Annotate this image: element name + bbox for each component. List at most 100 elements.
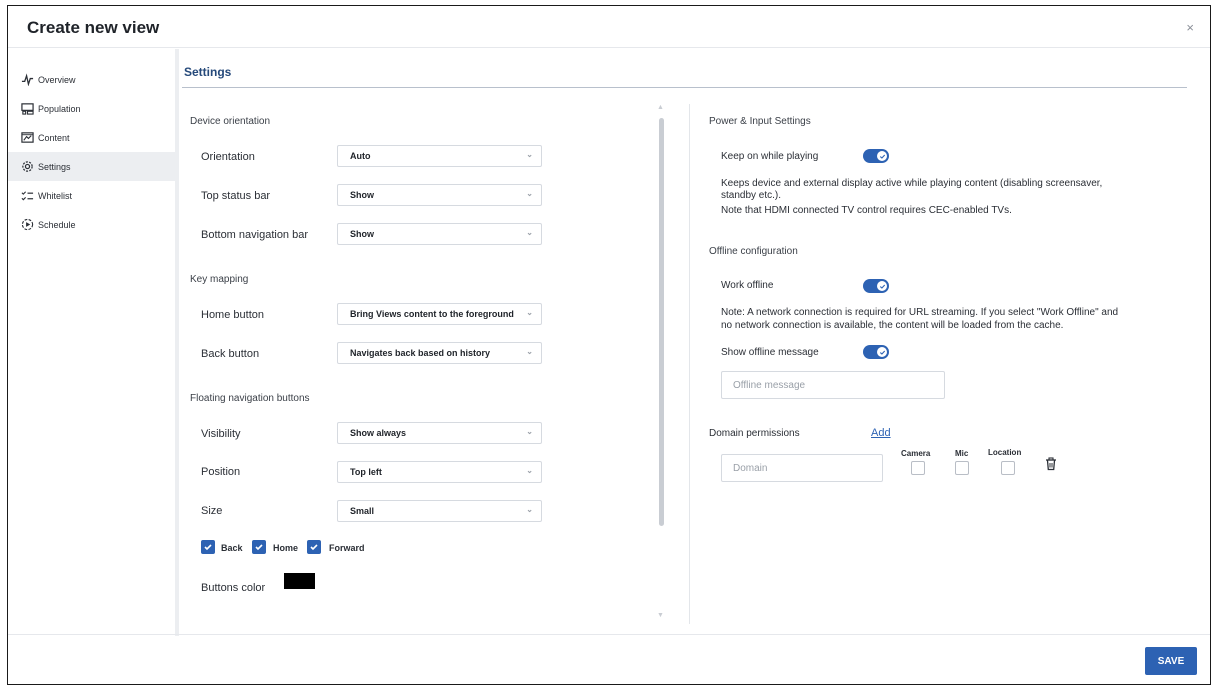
domain-permissions-label: Domain permissions [709, 428, 800, 439]
back-checkbox-label: Back [221, 543, 243, 553]
toggle-knob [877, 347, 887, 357]
sidebar-item-content[interactable]: Content [8, 123, 175, 152]
back-checkbox[interactable] [201, 540, 215, 554]
chevron-down-icon: ⌄ [526, 427, 533, 436]
home-checkbox[interactable] [252, 540, 266, 554]
location-checkbox[interactable] [1001, 461, 1015, 475]
section-power-input: Power & Input Settings [709, 116, 811, 127]
sidebar-item-whitelist[interactable]: Whitelist [8, 181, 175, 210]
sidebar-item-settings[interactable]: Settings [8, 152, 175, 181]
sidebar-item-label: Overview [38, 74, 76, 85]
keep-on-toggle[interactable] [863, 149, 889, 163]
page-title: Settings [184, 65, 232, 79]
visibility-label: Visibility [201, 428, 241, 440]
forward-checkbox-label: Forward [329, 543, 365, 553]
scroll-up-icon[interactable]: ▲ [657, 104, 664, 111]
toggle-knob [877, 151, 887, 161]
mic-checkbox[interactable] [955, 461, 969, 475]
bottom-nav-bar-select[interactable]: Show ⌄ [337, 223, 542, 245]
camera-column-label: Camera [901, 449, 931, 458]
sidebar-item-overview[interactable]: Overview [8, 65, 175, 94]
dialog-header: Create new view × [8, 6, 1210, 48]
sidebar-item-label: Population [38, 103, 81, 114]
orientation-label: Orientation [201, 151, 255, 163]
orientation-value: Auto [350, 151, 371, 161]
forward-checkbox[interactable] [307, 540, 321, 554]
show-offline-message-label: Show offline message [721, 347, 819, 358]
size-value: Small [350, 506, 375, 516]
content-icon [20, 131, 34, 145]
section-offline: Offline configuration [709, 246, 798, 257]
sidebar-item-label: Schedule [38, 219, 76, 230]
position-select[interactable]: Top left ⌄ [337, 461, 542, 483]
position-label: Position [201, 466, 241, 478]
back-button-value: Navigates back based on history [350, 348, 491, 358]
home-button-select[interactable]: Bring Views content to the foreground ⌄ [337, 303, 542, 325]
trash-icon[interactable] [1045, 457, 1057, 471]
back-button-label: Back button [201, 348, 260, 360]
column-divider [689, 104, 690, 624]
home-checkbox-label: Home [273, 543, 299, 553]
work-offline-label: Work offline [721, 280, 774, 291]
show-offline-message-toggle[interactable] [863, 345, 889, 359]
buttons-color-swatch[interactable] [284, 573, 315, 589]
sidebar-item-label: Content [38, 132, 70, 143]
dialog-title: Create new view [27, 18, 160, 37]
bottom-nav-bar-value: Show [350, 229, 374, 239]
chevron-down-icon: ⌄ [526, 347, 533, 356]
buttons-color-label: Buttons color [201, 582, 266, 594]
sidebar-item-label: Whitelist [38, 190, 73, 201]
home-button-value: Bring Views content to the foreground [350, 309, 514, 319]
orientation-select[interactable]: Auto ⌄ [337, 145, 542, 167]
camera-checkbox[interactable] [911, 461, 925, 475]
section-floating-navigation: Floating navigation buttons [190, 393, 310, 404]
size-label: Size [201, 505, 223, 517]
section-device-orientation: Device orientation [190, 116, 271, 127]
title-divider [182, 87, 1187, 88]
size-select[interactable]: Small ⌄ [337, 500, 542, 522]
visibility-value: Show always [350, 428, 407, 438]
add-domain-link[interactable]: Add [871, 427, 891, 439]
location-column-label: Location [988, 448, 1022, 457]
scrollbar-thumb[interactable] [659, 118, 664, 526]
bottom-nav-bar-label: Bottom navigation bar [201, 229, 309, 241]
top-status-bar-label: Top status bar [201, 190, 271, 202]
sidebar-item-population[interactable]: Population [8, 94, 175, 123]
back-button-select[interactable]: Navigates back based on history ⌄ [337, 342, 542, 364]
top-status-bar-select[interactable]: Show ⌄ [337, 184, 542, 206]
keep-on-label: Keep on while playing [721, 151, 819, 162]
top-status-bar-value: Show [350, 190, 374, 200]
create-view-dialog: Create new view × Overview Population Co… [7, 5, 1211, 685]
domain-input[interactable] [721, 454, 883, 482]
toggle-knob [877, 281, 887, 291]
home-button-label: Home button [201, 309, 264, 321]
gear-icon [20, 160, 34, 174]
position-value: Top left [350, 467, 382, 477]
chevron-down-icon: ⌄ [526, 228, 533, 237]
offline-note-line1: Note: A network connection is required f… [721, 307, 1119, 318]
section-key-mapping: Key mapping [190, 274, 249, 285]
sidebar-item-schedule[interactable]: Schedule [8, 210, 175, 239]
save-button[interactable]: SAVE [1145, 647, 1197, 675]
devices-icon [20, 102, 34, 116]
footer-divider [8, 634, 1210, 635]
scroll-down-icon[interactable]: ▼ [657, 612, 664, 619]
visibility-select[interactable]: Show always ⌄ [337, 422, 542, 444]
chevron-down-icon: ⌄ [526, 308, 533, 317]
power-description-line1: Keeps device and external display active… [721, 178, 1103, 189]
offline-message-input[interactable] [721, 371, 945, 399]
chevron-down-icon: ⌄ [526, 150, 533, 159]
mic-column-label: Mic [955, 449, 969, 458]
work-offline-toggle[interactable] [863, 279, 889, 293]
pulse-icon [20, 73, 34, 87]
power-description-line2: standby etc.). [721, 190, 782, 201]
chevron-down-icon: ⌄ [526, 505, 533, 514]
offline-note-line2: no network connection is available, the … [721, 320, 1064, 331]
close-icon[interactable]: × [1186, 20, 1194, 35]
sidebar: Overview Population Content Settings Whi… [8, 49, 179, 636]
checklist-icon [20, 189, 34, 203]
chevron-down-icon: ⌄ [526, 466, 533, 475]
power-description-line3: Note that HDMI connected TV control requ… [721, 205, 1012, 216]
schedule-icon [20, 218, 34, 232]
chevron-down-icon: ⌄ [526, 189, 533, 198]
